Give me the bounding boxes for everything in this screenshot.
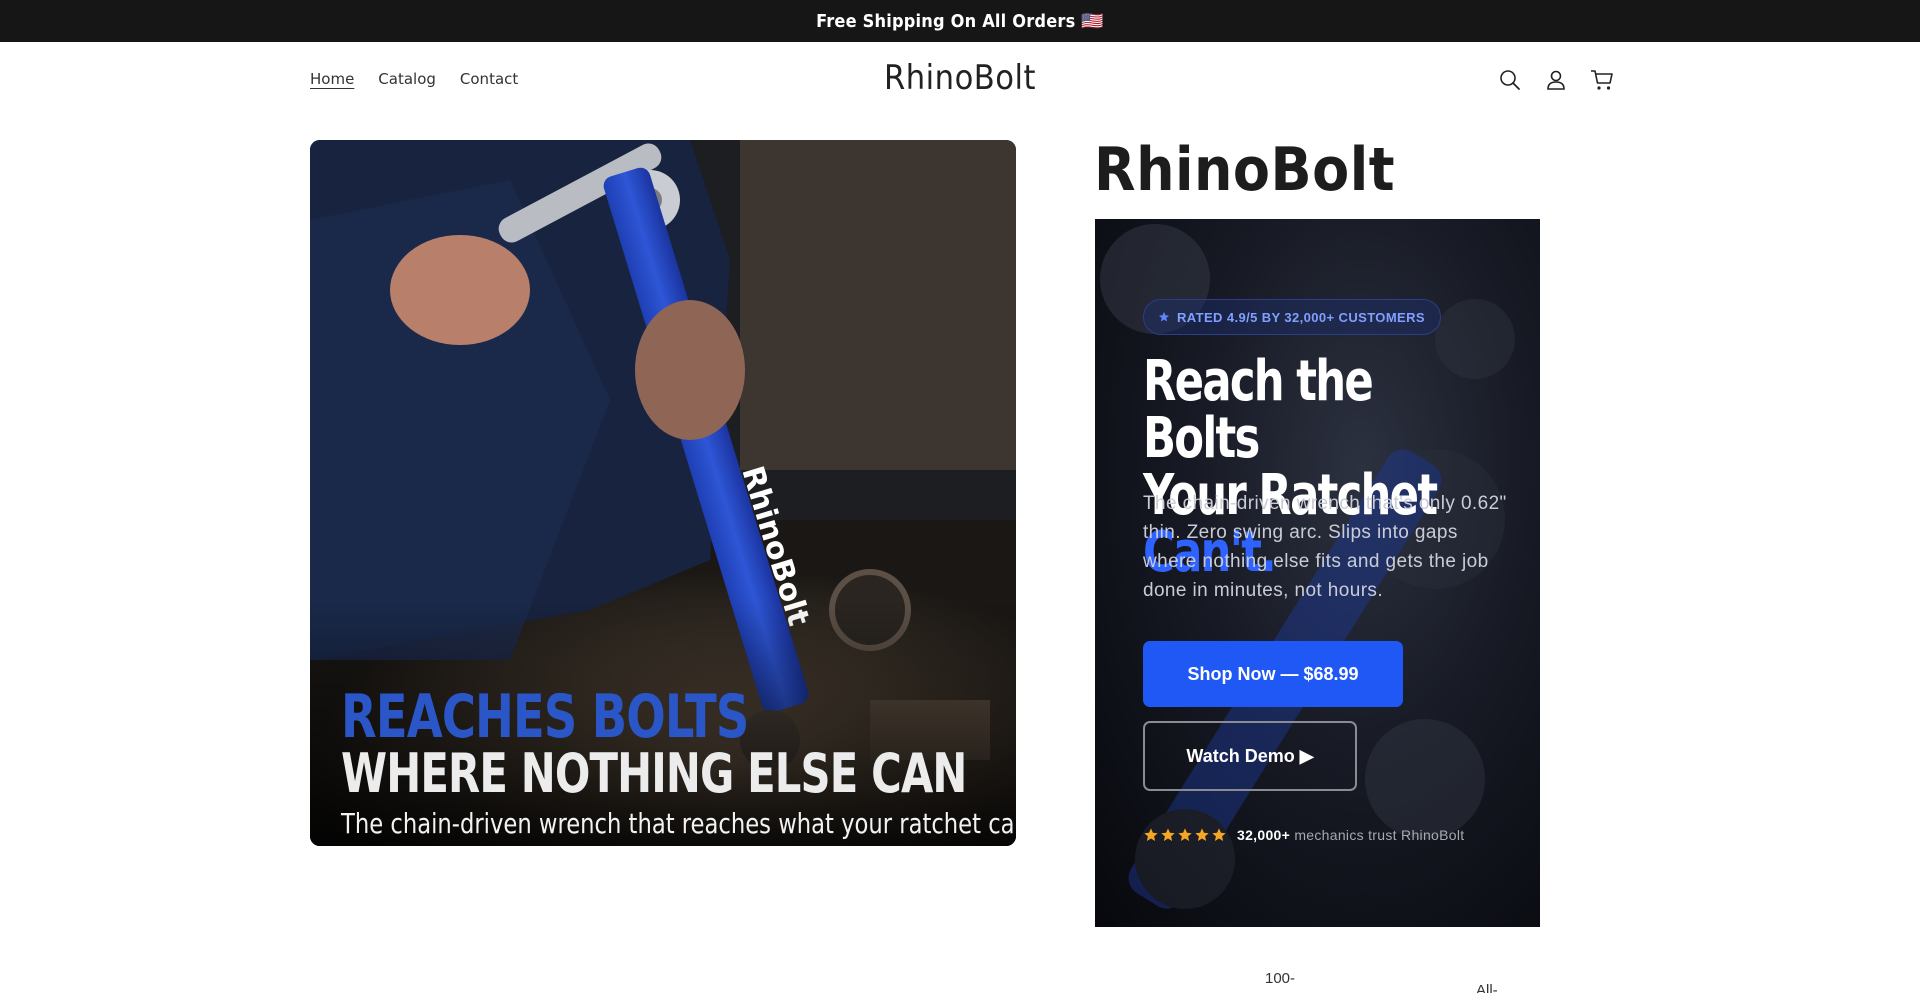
rating-badge: RATED 4.9/5 BY 32,000+ CUSTOMERS (1143, 299, 1441, 335)
promo-panel: RATED 4.9/5 BY 32,000+ CUSTOMERS Reach t… (1095, 219, 1540, 927)
hero-caption: REACHES BOLTS WHERE NOTHING ELSE CAN The… (341, 682, 1016, 844)
product-title: RhinoBolt (1094, 135, 1396, 205)
promo-description: The chain-driven wrench that's only 0.62… (1143, 493, 1507, 601)
trust-count: 32,000+ (1237, 827, 1291, 843)
search-icon[interactable] (1498, 68, 1522, 92)
site-logo[interactable]: RhinoBolt (884, 58, 1036, 98)
rating-badge-text: RATED 4.9/5 BY 32,000+ CUSTOMERS (1177, 309, 1425, 325)
star-icon (1195, 828, 1209, 841)
star-icon (1161, 828, 1175, 841)
star-icon (1144, 828, 1158, 841)
product-hero-image[interactable]: RhinoBolt REACHES BOLTS WHERE NOTHING EL… (310, 140, 1016, 846)
hero-headline-line1: REACHES BOLTS (341, 682, 749, 752)
site-header: Home Catalog Contact RhinoBolt (0, 42, 1920, 120)
star-icon (1178, 828, 1192, 841)
cart-icon[interactable] (1590, 68, 1614, 92)
header-icons (1498, 68, 1614, 92)
feature-peek-left: 100- (1265, 970, 1296, 987)
hero-subline: The chain-driven wrench that reaches wha… (341, 807, 1016, 840)
main-nav: Home Catalog Contact (310, 70, 518, 88)
announcement-bar: Free Shipping On All Orders 🇺🇸 (0, 0, 1920, 42)
nav-home-link[interactable]: Home (310, 70, 354, 88)
watch-demo-button[interactable]: Watch Demo ▶ (1143, 721, 1357, 791)
shop-now-button[interactable]: Shop Now — $68.99 (1143, 641, 1403, 707)
trust-text: 32,000+ mechanics trust RhinoBolt (1237, 827, 1464, 843)
account-icon[interactable] (1544, 68, 1568, 92)
trust-row: 32,000+ mechanics trust RhinoBolt (1143, 827, 1464, 843)
announcement-text: Free Shipping On All Orders 🇺🇸 (816, 10, 1104, 32)
nav-contact-link[interactable]: Contact (460, 70, 518, 88)
star-icon (1159, 312, 1169, 322)
hero-headline-line2: WHERE NOTHING ELSE CAN (341, 742, 967, 805)
nav-catalog-link[interactable]: Catalog (378, 70, 436, 88)
rating-stars (1143, 827, 1227, 843)
feature-peek-right: All- (1476, 982, 1498, 993)
star-icon (1212, 828, 1226, 841)
trust-label: mechanics trust RhinoBolt (1294, 827, 1465, 843)
site-logo-container: RhinoBolt (0, 58, 1920, 98)
promo-headline-line1: Reach the Bolts (1143, 349, 1374, 471)
